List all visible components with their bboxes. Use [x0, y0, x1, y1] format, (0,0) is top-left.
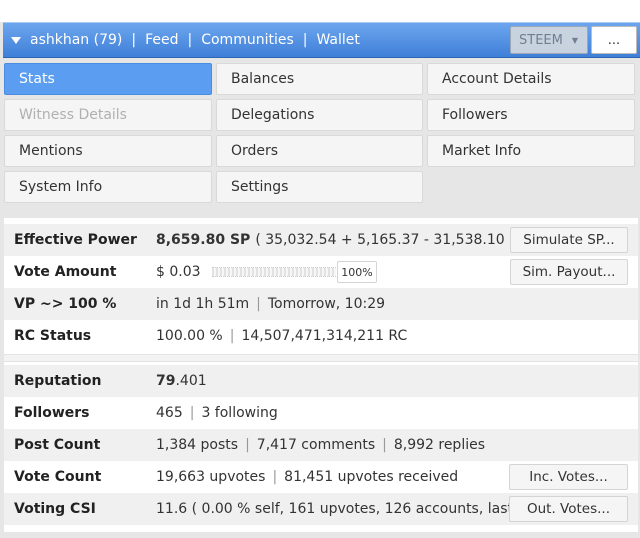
- row-vp: VP ~> 100 % in 1d 1h 51m | Tomorrow, 10:…: [4, 288, 638, 320]
- row-label: Reputation: [14, 373, 102, 389]
- following-count: 3 following: [201, 405, 278, 421]
- rc-percent: 100.00 %: [156, 328, 223, 344]
- menu-stats[interactable]: Stats: [4, 63, 212, 95]
- section-divider: [4, 354, 638, 362]
- menu-delegations[interactable]: Delegations: [216, 99, 423, 131]
- vote-weight-slider-fill: [212, 268, 336, 276]
- row-label: Followers: [14, 405, 90, 421]
- out-votes-button[interactable]: Out. Votes...: [509, 496, 628, 522]
- row-followers: Followers 465 | 3 following: [4, 397, 638, 429]
- row-rc-status: RC Status 100.00 % | 14,507,471,314,211 …: [4, 320, 638, 352]
- row-label: Effective Power: [14, 232, 137, 248]
- row-label: RC Status: [14, 328, 92, 344]
- reputation-whole: 79: [156, 373, 176, 389]
- nav-communities[interactable]: Communities: [201, 32, 294, 48]
- currency-select-value: STEEM: [519, 32, 563, 48]
- currency-select[interactable]: STEEM ▼: [510, 26, 588, 54]
- nav-separator: |: [302, 32, 308, 48]
- simulate-sp-button[interactable]: Simulate SP...: [510, 227, 628, 253]
- vote-weight-percent[interactable]: 100%: [337, 261, 377, 283]
- more-button[interactable]: ...: [591, 26, 637, 54]
- row-label: VP ~> 100 %: [14, 296, 117, 312]
- value-separator: |: [382, 437, 387, 453]
- row-effective-power: Effective Power 8,659.80 SP ( 35,032.54 …: [4, 224, 638, 256]
- reputation-fraction: .401: [175, 373, 207, 389]
- vote-weight-slider[interactable]: [212, 267, 336, 277]
- nav-wallet[interactable]: Wallet: [316, 32, 359, 48]
- row-vote-count: Vote Count 19,663 upvotes | 81,451 upvot…: [4, 461, 638, 493]
- row-value: 19,663 upvotes | 81,451 upvotes received: [156, 461, 458, 493]
- row-value: 79.401: [156, 365, 207, 397]
- row-value: in 1d 1h 51m | Tomorrow, 10:29: [156, 288, 385, 320]
- top-navbar: ashkhan (79) | Feed | Communities | Wall…: [3, 22, 640, 58]
- menu-followers[interactable]: Followers: [427, 99, 635, 131]
- nav-separator: |: [131, 32, 137, 48]
- value-separator: |: [256, 296, 261, 312]
- chevron-down-icon: ▼: [571, 36, 578, 45]
- row-value: 1,384 posts | 7,417 comments | 8,992 rep…: [156, 429, 485, 461]
- value-separator: |: [189, 405, 195, 421]
- upvotes-received: 81,451 upvotes received: [284, 469, 459, 485]
- nav-links: ashkhan (79) | Feed | Communities | Wall…: [11, 23, 360, 57]
- vp-time: in 1d 1h 51m: [156, 296, 250, 312]
- value-separator: |: [245, 437, 250, 453]
- nav-feed[interactable]: Feed: [145, 32, 178, 48]
- menu-balances[interactable]: Balances: [216, 63, 423, 95]
- upvotes-count: 19,663 upvotes: [156, 469, 266, 485]
- effective-power-value: 8,659.80 SP: [156, 232, 251, 248]
- effective-power-detail: ( 35,032.54 + 5,165.37 - 31,538.10 ): [255, 232, 515, 248]
- dropdown-triangle-icon[interactable]: [11, 37, 21, 44]
- menu-settings[interactable]: Settings: [216, 171, 423, 203]
- row-reputation: Reputation 79.401: [4, 365, 638, 397]
- sim-payout-button[interactable]: Sim. Payout...: [510, 259, 628, 285]
- nav-user[interactable]: ashkhan (79): [30, 32, 122, 48]
- menu-system-info[interactable]: System Info: [4, 171, 212, 203]
- row-label: Vote Amount: [14, 264, 117, 280]
- vp-when: Tomorrow, 10:29: [267, 296, 386, 312]
- replies-count: 8,992 replies: [393, 437, 486, 453]
- menu-orders[interactable]: Orders: [216, 135, 423, 167]
- top-strip: [0, 0, 640, 22]
- row-label: Voting CSI: [14, 501, 96, 517]
- row-post-count: Post Count 1,384 posts | 7,417 comments …: [4, 429, 638, 461]
- row-label: Post Count: [14, 437, 101, 453]
- row-label: Vote Count: [14, 469, 102, 485]
- comments-count: 7,417 comments: [256, 437, 376, 453]
- section-menu: Stats Balances Account Details Witness D…: [4, 63, 636, 205]
- vote-amount-value: $ 0.03: [156, 264, 201, 280]
- row-value: 100.00 % | 14,507,471,314,211 RC: [156, 320, 407, 352]
- menu-account-details[interactable]: Account Details: [427, 63, 635, 95]
- csi-value: 11.6 ( 0.00 % self, 161 upvotes, 126 acc…: [156, 501, 546, 517]
- menu-mentions[interactable]: Mentions: [4, 135, 212, 167]
- value-separator: |: [272, 469, 278, 485]
- rc-amount: 14,507,471,314,211 RC: [241, 328, 408, 344]
- menu-market-info[interactable]: Market Info: [427, 135, 635, 167]
- stats-panel: Effective Power 8,659.80 SP ( 35,032.54 …: [4, 218, 638, 532]
- row-value: 465 | 3 following: [156, 397, 278, 429]
- inc-votes-button[interactable]: Inc. Votes...: [509, 464, 628, 490]
- row-value: 8,659.80 SP ( 35,032.54 + 5,165.37 - 31,…: [156, 224, 515, 256]
- row-voting-csi: Voting CSI 11.6 ( 0.00 % self, 161 upvot…: [4, 493, 638, 525]
- menu-witness-details: Witness Details: [4, 99, 212, 131]
- value-separator: |: [229, 328, 235, 344]
- row-vote-amount: Vote Amount $ 0.03 100% Sim. Payout...: [4, 256, 638, 288]
- followers-count: 465: [156, 405, 183, 421]
- nav-separator: |: [187, 32, 193, 48]
- posts-count: 1,384 posts: [156, 437, 239, 453]
